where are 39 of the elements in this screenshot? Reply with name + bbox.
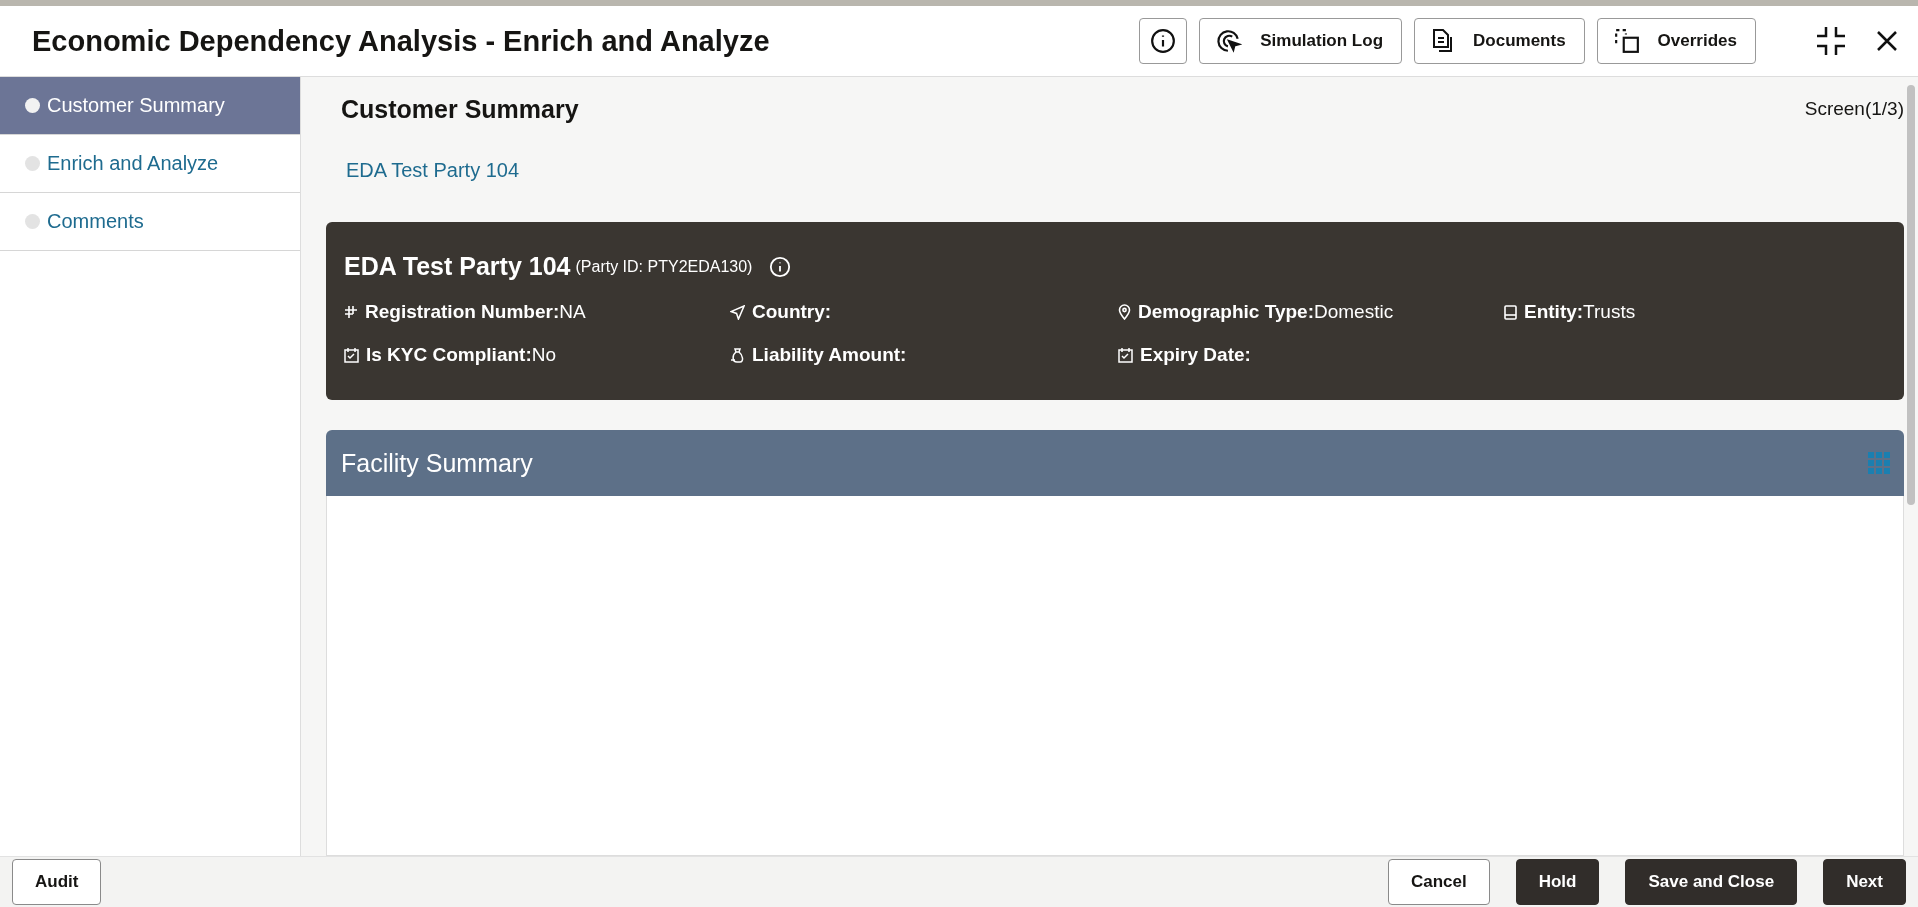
action-button[interactable]: Audit [12, 859, 102, 905]
field-text: Expiry Date: [1140, 344, 1251, 366]
toolbar-button[interactable]: Documents [1414, 18, 1585, 64]
step-item[interactable]: Enrich and Analyze [0, 135, 300, 193]
money-bag-icon [730, 347, 745, 363]
party-id: (Party ID: PTY2EDA130) [575, 257, 753, 276]
action-button[interactable]: Cancel [1387, 859, 1490, 905]
calendar-icon [1118, 347, 1133, 363]
party-name: EDA Test Party 104 [344, 252, 571, 281]
toolbar-button[interactable]: Simulation Log [1199, 18, 1403, 64]
panel-title: Facility Summary [341, 448, 533, 478]
step-item[interactable]: Comments [0, 193, 300, 251]
info-icon [1150, 28, 1177, 54]
party-link[interactable]: EDA Test Party 104 [346, 159, 520, 182]
field-text: Liability Amount: [752, 344, 907, 366]
page-title: Customer Summary [341, 94, 579, 124]
screen-counter: Screen(1/3) [1804, 98, 1904, 120]
book-icon [1504, 304, 1517, 320]
cursor-target-icon [1216, 28, 1243, 54]
field-text: Entity:Trusts [1524, 301, 1636, 323]
info-button[interactable] [1139, 18, 1188, 64]
field-text: Demographic Type:Domestic [1138, 301, 1394, 323]
toolbar-button[interactable]: Overrides [1596, 18, 1756, 64]
window-title: Economic Dependency Analysis - Enrich and Analyze [32, 24, 771, 58]
close-icon[interactable] [1876, 30, 1898, 52]
navigation-arrow-icon [730, 304, 745, 320]
step-item[interactable]: Customer Summary [0, 77, 300, 135]
hash-icon [344, 305, 358, 319]
overrides-icon [1613, 28, 1640, 54]
calendar-icon [344, 347, 359, 363]
collapse-icon[interactable] [1816, 26, 1846, 56]
action-button[interactable]: Next [1823, 859, 1906, 905]
info-icon[interactable] [769, 255, 792, 278]
field-text: Is KYC Compliant:No [366, 344, 557, 366]
action-button[interactable]: Hold [1515, 859, 1600, 905]
location-pin-icon [1118, 304, 1131, 320]
action-button[interactable]: Save and Close [1625, 859, 1798, 905]
field-text: Country: [752, 301, 832, 323]
field-text: Registration Number:NA [365, 301, 586, 323]
